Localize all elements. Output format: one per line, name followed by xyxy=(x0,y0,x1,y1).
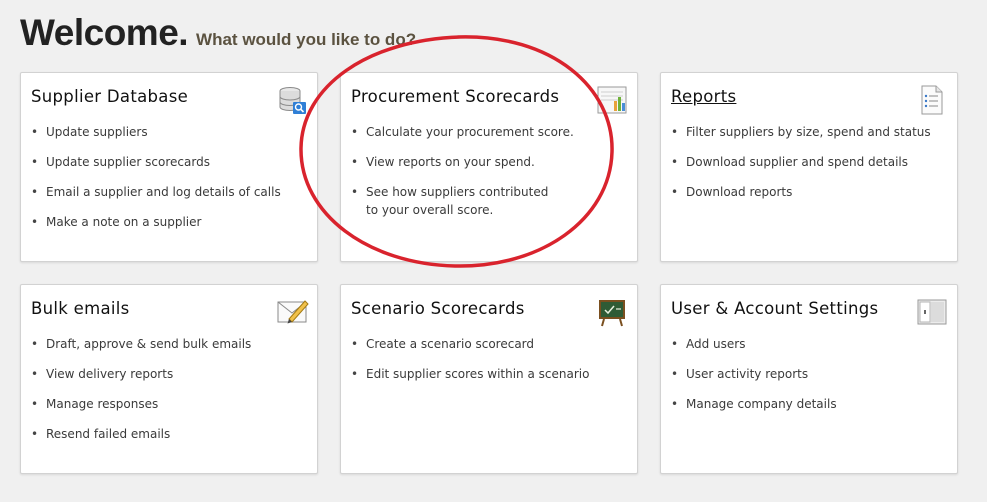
list-item[interactable]: View delivery reports xyxy=(31,365,311,383)
envelope-pencil-icon[interactable] xyxy=(277,297,309,327)
report-document-icon[interactable] xyxy=(917,85,947,115)
card-title-scenario-scorecards[interactable]: Scenario Scorecards xyxy=(351,299,525,318)
list-item[interactable]: Draft, approve & send bulk emails xyxy=(31,335,311,353)
list-item[interactable]: Edit supplier scores within a scenario xyxy=(351,365,631,383)
card-procurement-scorecards: Procurement Scorecards Calculate your pr… xyxy=(340,72,638,262)
list-item[interactable]: Calculate your procurement score. xyxy=(351,123,631,141)
list-item[interactable]: Resend failed emails xyxy=(31,425,311,443)
list-item[interactable]: Add users xyxy=(671,335,951,353)
list-item[interactable]: Update supplier scorecards xyxy=(31,153,311,171)
page-subtitle: What would you like to do? xyxy=(196,30,417,49)
card-title-supplier-database[interactable]: Supplier Database xyxy=(31,87,188,106)
list-item[interactable]: Create a scenario scorecard xyxy=(351,335,631,353)
list-item[interactable]: Filter suppliers by size, spend and stat… xyxy=(671,123,951,141)
list-item[interactable]: User activity reports xyxy=(671,365,951,383)
list-item[interactable]: Download supplier and spend details xyxy=(671,153,951,171)
card-title-user-account-settings[interactable]: User & Account Settings xyxy=(671,299,878,318)
card-supplier-database: Supplier Database Update suppliers Updat… xyxy=(20,72,318,262)
list-item[interactable]: View reports on your spend. xyxy=(351,153,631,171)
card-title-bulk-emails[interactable]: Bulk emails xyxy=(31,299,130,318)
list-item[interactable]: Manage company details xyxy=(671,395,951,413)
card-reports: Reports Filter suppliers by size, spend … xyxy=(660,72,958,262)
list-item[interactable]: Manage responses xyxy=(31,395,311,413)
list-item[interactable]: Email a supplier and log details of call… xyxy=(31,183,311,201)
list-item[interactable]: See how suppliers contributed to your ove… xyxy=(351,183,631,219)
card-scenario-scorecards: Scenario Scorecards Create a scenario sc… xyxy=(340,284,638,474)
list-item[interactable]: Make a note on a supplier xyxy=(31,213,311,231)
card-bulk-emails: Bulk emails Draft, approve & send bulk e… xyxy=(20,284,318,474)
card-title-reports-link[interactable]: Reports xyxy=(671,87,736,106)
card-user-account-settings: User & Account Settings Add users User a… xyxy=(660,284,958,474)
list-item-line: See how suppliers contributed xyxy=(366,185,549,199)
page-header: Welcome. What would you like to do? xyxy=(20,12,416,54)
chalkboard-icon[interactable] xyxy=(597,297,627,327)
list-item-line: to your overall score. xyxy=(366,203,494,217)
bar-chart-icon[interactable] xyxy=(597,85,627,115)
list-item[interactable]: Update suppliers xyxy=(31,123,311,141)
database-search-icon[interactable] xyxy=(277,85,307,115)
card-title-procurement-scorecards[interactable]: Procurement Scorecards xyxy=(351,87,559,106)
settings-panel-icon[interactable] xyxy=(917,297,947,327)
page-title: Welcome. xyxy=(20,12,189,53)
list-item[interactable]: Download reports xyxy=(671,183,951,201)
